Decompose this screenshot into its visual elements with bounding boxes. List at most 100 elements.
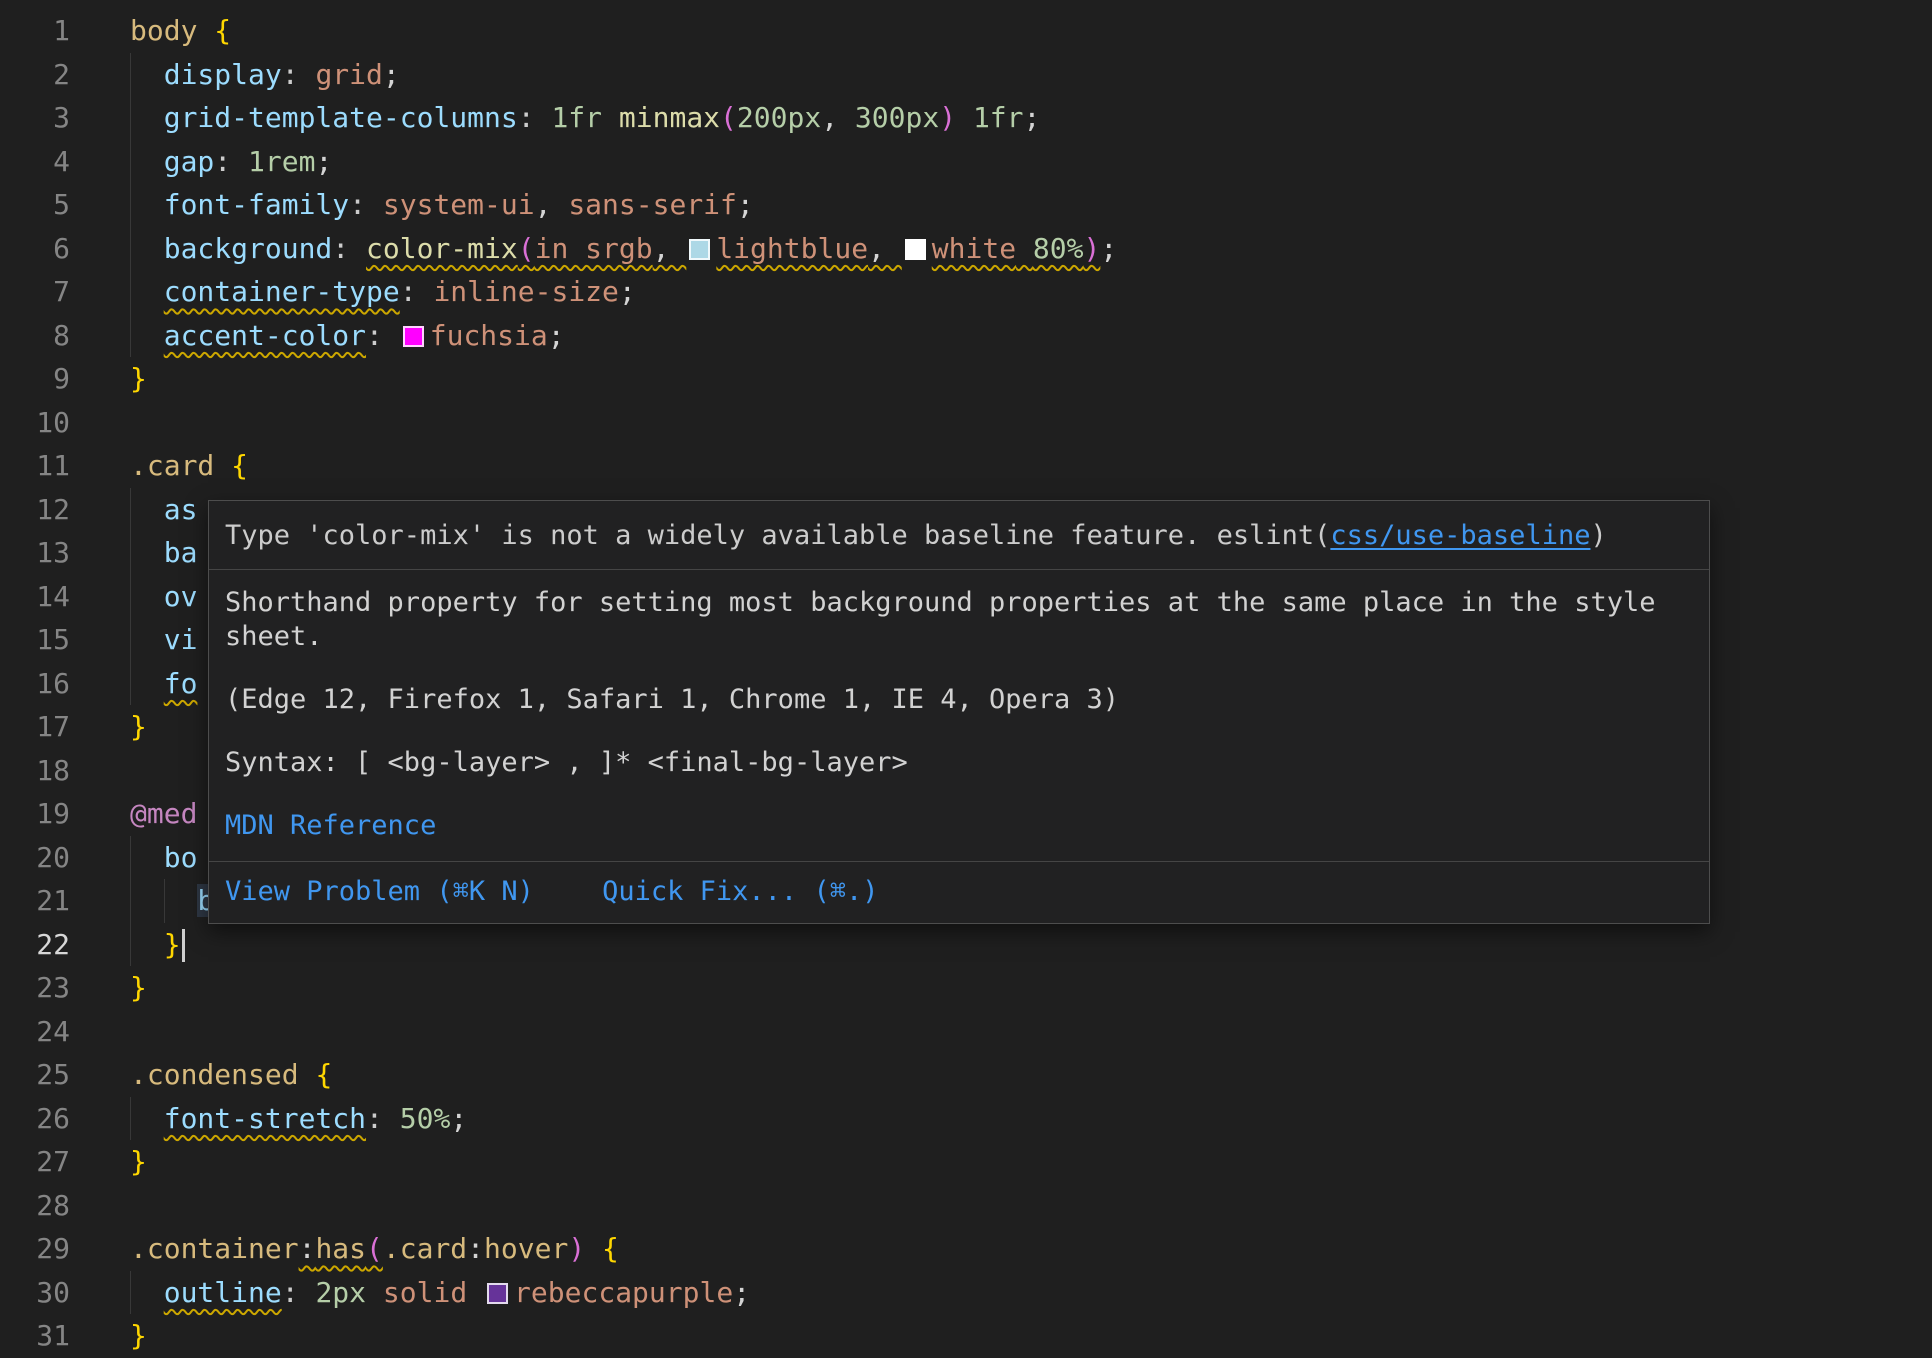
code-text: gap: 1rem; [130, 140, 332, 184]
code-line[interactable]: 26 font-stretch: 50%; [0, 1097, 1932, 1141]
token: ; [548, 319, 565, 352]
line-number: 23 [0, 966, 70, 1010]
token: fuchsia [430, 319, 548, 352]
code-line[interactable]: 10 [0, 401, 1932, 445]
code-text: grid-template-columns: 1fr minmax(200px,… [130, 96, 1040, 140]
token [130, 1102, 164, 1135]
line-number: 18 [0, 749, 70, 793]
token: 80% [1033, 232, 1084, 265]
code-text: .container:has(.card:hover) { [130, 1227, 619, 1271]
line-number: 24 [0, 1010, 70, 1054]
code-line[interactable]: 1body { [0, 9, 1932, 53]
color-swatch[interactable] [905, 239, 926, 260]
browser-support: (Edge 12, Firefox 1, Safari 1, Chrome 1,… [225, 683, 1689, 717]
line-number: 13 [0, 531, 70, 575]
eslint-rule-link[interactable]: css/use-baseline [1330, 520, 1590, 551]
token: { [602, 1232, 619, 1265]
indent-guide [130, 879, 131, 923]
token: ; [383, 58, 400, 91]
token: : [282, 1276, 316, 1309]
token: display [164, 58, 282, 91]
line-number: 22 [0, 923, 70, 967]
line-number: 28 [0, 1184, 70, 1228]
token: vi [164, 623, 198, 656]
token: @med [130, 797, 197, 830]
code-text: } [130, 705, 147, 749]
quick-fix-button[interactable]: Quick Fix... (⌘.) [602, 876, 878, 907]
token: minmax [619, 101, 720, 134]
token: ( [720, 101, 737, 134]
line-number: 26 [0, 1097, 70, 1141]
token: inline-size [433, 275, 618, 308]
indent-guide [130, 836, 131, 880]
property-docs: Shorthand property for setting most back… [209, 570, 1709, 861]
code-text: } [130, 1314, 147, 1358]
code-line[interactable]: 3 grid-template-columns: 1fr minmax(200p… [0, 96, 1932, 140]
indent-guide [130, 1097, 131, 1141]
line-number: 5 [0, 183, 70, 227]
token: ba [164, 536, 198, 569]
code-line[interactable]: 2 display: grid; [0, 53, 1932, 97]
code-text: outline: 2px solid rebeccapurple; [130, 1271, 750, 1315]
hover-tooltip: Type 'color-mix' is not a widely availab… [208, 500, 1710, 924]
token: system-ui [383, 188, 535, 221]
color-swatch[interactable] [487, 1283, 508, 1304]
view-problem-button[interactable]: View Problem (⌘K N) [225, 876, 534, 907]
token [602, 101, 619, 134]
token: ; [733, 1276, 750, 1309]
token [130, 493, 164, 526]
line-number: 2 [0, 53, 70, 97]
token [467, 1276, 484, 1309]
token: ; [737, 188, 754, 221]
code-line[interactable]: 31} [0, 1314, 1932, 1358]
code-line[interactable]: 8 accent-color: fuchsia; [0, 314, 1932, 358]
code-line[interactable]: 28 [0, 1184, 1932, 1228]
line-number: 1 [0, 9, 70, 53]
token: container-type [164, 275, 400, 308]
token [366, 1276, 383, 1309]
diagnostic-suffix: ) [1590, 520, 1606, 551]
code-text: bo [130, 836, 197, 880]
mdn-reference-link[interactable]: MDN Reference [225, 810, 436, 841]
code-line[interactable]: 5 font-family: system-ui, sans-serif; [0, 183, 1932, 227]
token: , [868, 232, 902, 265]
code-line[interactable]: 24 [0, 1010, 1932, 1054]
line-number: 25 [0, 1053, 70, 1097]
line-number: 30 [0, 1271, 70, 1315]
code-line[interactable]: 9} [0, 357, 1932, 401]
line-number: 11 [0, 444, 70, 488]
code-line[interactable]: 29.container:has(.card:hover) { [0, 1227, 1932, 1271]
code-text: } [130, 923, 185, 967]
token: ; [1024, 101, 1041, 134]
token: .card [383, 1232, 467, 1265]
code-line[interactable]: 11.card { [0, 444, 1932, 488]
code-line[interactable]: 6 background: color-mix(in srgb, lightbl… [0, 227, 1932, 271]
code-line[interactable]: 25.condensed { [0, 1053, 1932, 1097]
diagnostic-row: Type 'color-mix' is not a widely availab… [209, 501, 1709, 569]
token [130, 232, 164, 265]
token: 1rem [248, 145, 315, 178]
token: ov [164, 580, 198, 613]
token: white [932, 232, 1016, 265]
diagnostic-text: Type 'color-mix' is not a widely availab… [225, 520, 1330, 551]
color-swatch[interactable] [689, 239, 710, 260]
token: 300px [855, 101, 939, 134]
indent-guide [130, 1271, 131, 1315]
line-number: 7 [0, 270, 70, 314]
line-number: 6 [0, 227, 70, 271]
code-line[interactable]: 7 container-type: inline-size; [0, 270, 1932, 314]
token [130, 145, 164, 178]
token [130, 319, 164, 352]
code-line[interactable]: 30 outline: 2px solid rebeccapurple; [0, 1271, 1932, 1315]
line-number: 20 [0, 836, 70, 880]
token [214, 449, 231, 482]
token: : [400, 275, 434, 308]
color-swatch[interactable] [403, 326, 424, 347]
code-line[interactable]: 4 gap: 1rem; [0, 140, 1932, 184]
indent-guide [130, 314, 131, 358]
code-line[interactable]: 23} [0, 966, 1932, 1010]
token [130, 58, 164, 91]
line-number: 27 [0, 1140, 70, 1184]
code-line[interactable]: 27} [0, 1140, 1932, 1184]
code-line[interactable]: 22 } [0, 923, 1932, 967]
